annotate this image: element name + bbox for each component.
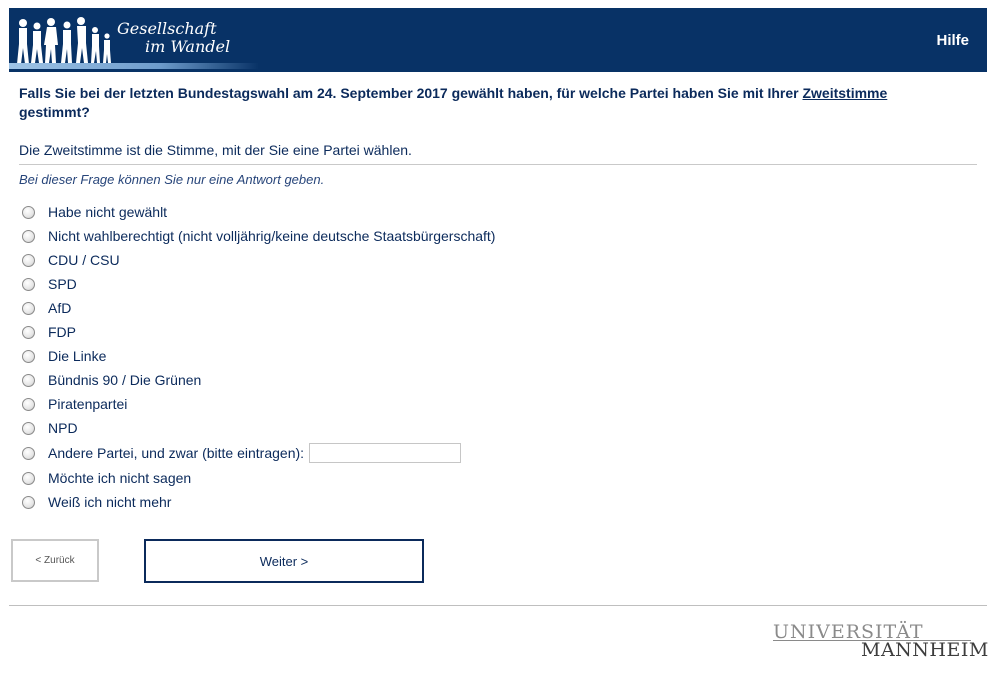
option-label: AfD xyxy=(48,300,72,316)
option-label: Habe nicht gewählt xyxy=(48,204,168,220)
radio-button[interactable] xyxy=(22,253,35,267)
radio-button[interactable] xyxy=(22,277,35,291)
radio-button[interactable] xyxy=(22,373,35,387)
option-andere-partei[interactable]: Andere Partei, und zwar (bitte eintragen… xyxy=(22,440,495,466)
radio-button[interactable] xyxy=(22,446,35,460)
option-spd[interactable]: SPD xyxy=(22,272,495,296)
option-cdu-csu[interactable]: CDU / CSU xyxy=(22,248,495,272)
help-link[interactable]: Hilfe xyxy=(936,32,969,49)
radio-button[interactable] xyxy=(22,229,35,243)
option-label: CDU / CSU xyxy=(48,252,120,268)
university-logo: UNIVERSITÄT MANNHEIM xyxy=(773,621,988,661)
radio-button[interactable] xyxy=(22,325,35,339)
radio-button[interactable] xyxy=(22,421,35,435)
option-label: NPD xyxy=(48,420,78,436)
radio-button[interactable] xyxy=(22,301,35,315)
option-buendnis-90-die-gruenen[interactable]: Bündnis 90 / Die Grünen xyxy=(22,368,495,392)
radio-button[interactable] xyxy=(22,349,35,363)
option-afd[interactable]: AfD xyxy=(22,296,495,320)
question-text-after: gestimmt? xyxy=(19,104,90,120)
footer-divider xyxy=(9,605,987,606)
radio-button[interactable] xyxy=(22,471,35,485)
people-silhouettes-logo-icon xyxy=(17,17,111,64)
question-text-before: Falls Sie bei der letzten Bundestagswahl… xyxy=(19,85,803,101)
brand-logo-text: Gesellschaft im Wandel xyxy=(117,20,230,56)
option-label: Andere Partei, und zwar (bitte eintragen… xyxy=(48,445,305,461)
option-npd[interactable]: NPD xyxy=(22,416,495,440)
option-label: Weiß ich nicht mehr xyxy=(48,494,172,510)
option-label: Piratenpartei xyxy=(48,396,128,412)
question-text: Falls Sie bei der letzten Bundestagswahl… xyxy=(19,84,949,122)
option-label: FDP xyxy=(48,324,76,340)
option-habe-nicht-gewaehlt[interactable]: Habe nicht gewählt xyxy=(22,200,495,224)
option-die-linke[interactable]: Die Linke xyxy=(22,344,495,368)
instruction-text: Bei dieser Frage können Sie nur eine Ant… xyxy=(19,172,325,187)
divider xyxy=(19,164,977,165)
answer-options: Habe nicht gewählt Nicht wahlberechtigt … xyxy=(22,200,495,514)
next-button[interactable]: Weiter > xyxy=(144,539,424,583)
brand-stripe xyxy=(9,63,259,69)
option-nicht-wahlberechtigt[interactable]: Nicht wahlberechtigt (nicht volljährig/k… xyxy=(22,224,495,248)
option-label: Die Linke xyxy=(48,348,107,364)
zweitstimme-link[interactable]: Zweitstimme xyxy=(802,85,887,101)
option-moechte-nicht-sagen[interactable]: Möchte ich nicht sagen xyxy=(22,466,495,490)
radio-button[interactable] xyxy=(22,495,35,509)
option-label: Möchte ich nicht sagen xyxy=(48,470,192,486)
option-label: Bündnis 90 / Die Grünen xyxy=(48,372,202,388)
radio-button[interactable] xyxy=(22,205,35,219)
option-weiss-nicht-mehr[interactable]: Weiß ich nicht mehr xyxy=(22,490,495,514)
brand-line-2: im Wandel xyxy=(145,37,231,56)
university-logo-line-2: MANNHEIM xyxy=(861,639,989,661)
radio-button[interactable] xyxy=(22,397,35,411)
header-bar: Gesellschaft im Wandel Hilfe xyxy=(9,8,987,72)
option-label: Nicht wahlberechtigt (nicht volljährig/k… xyxy=(48,228,496,244)
option-piratenpartei[interactable]: Piratenpartei xyxy=(22,392,495,416)
brand-line-1: Gesellschaft xyxy=(117,19,217,38)
other-party-input[interactable] xyxy=(309,443,462,463)
explanation-text: Die Zweitstimme ist die Stimme, mit der … xyxy=(19,142,412,158)
option-label: SPD xyxy=(48,276,77,292)
back-button[interactable]: < Zurück xyxy=(11,539,99,582)
option-fdp[interactable]: FDP xyxy=(22,320,495,344)
